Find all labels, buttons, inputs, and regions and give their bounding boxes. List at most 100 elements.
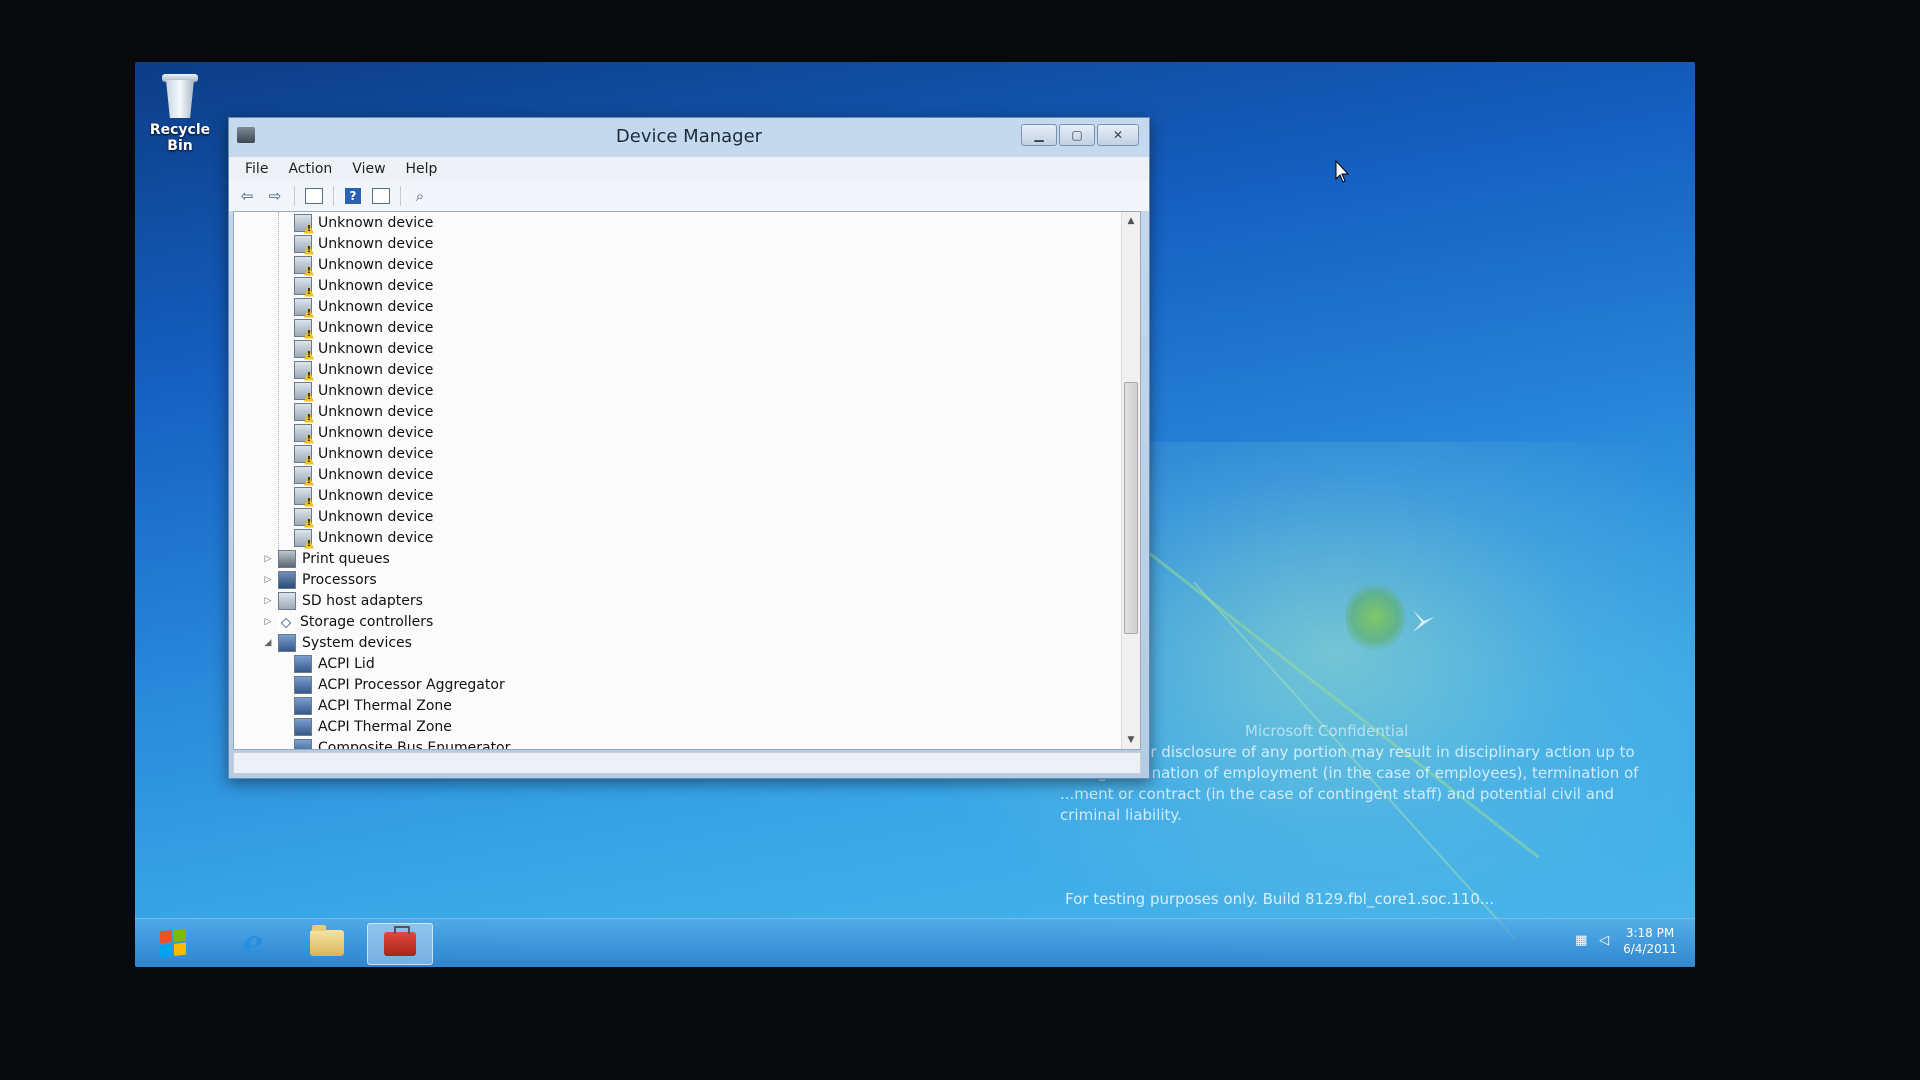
warning-device-icon: [294, 528, 312, 547]
file-explorer-icon: [310, 925, 344, 956]
tree-item[interactable]: Unknown device: [234, 359, 1120, 380]
tree-item[interactable]: Unknown device: [234, 464, 1120, 485]
tree-item[interactable]: Unknown device: [234, 254, 1120, 275]
tree-item-label: System devices: [302, 634, 412, 651]
toolbox-icon: [384, 926, 416, 956]
tree-item-label: Unknown device: [318, 487, 434, 504]
tree-item-label: Processors: [302, 571, 377, 588]
tree-item[interactable]: ▷ Print queues: [234, 548, 1120, 569]
tree-item[interactable]: Unknown device: [234, 485, 1120, 506]
warning-device-icon: [294, 360, 312, 379]
close-button[interactable]: ✕: [1097, 124, 1139, 146]
recycle-bin-shortcut[interactable]: Recycle Bin: [135, 72, 225, 154]
tree-item-label: Unknown device: [318, 424, 434, 441]
tree-item-label: ACPI Thermal Zone: [318, 718, 452, 735]
tree-item[interactable]: ACPI Thermal Zone: [234, 695, 1120, 716]
tree-item-label: Unknown device: [318, 298, 434, 315]
tree-item[interactable]: ▷ SD host adapters: [234, 590, 1120, 611]
menu-file[interactable]: File: [235, 159, 278, 179]
warning-device-icon: [294, 381, 312, 400]
tree-item-label: Unknown device: [318, 508, 434, 525]
tree-item[interactable]: Unknown device: [234, 317, 1120, 338]
taskbar: e ▦ ◁ 3:18 PM 6/4/2011: [135, 918, 1695, 967]
tree-item-label: Unknown device: [318, 319, 434, 336]
tree-item[interactable]: Unknown device: [234, 443, 1120, 464]
tree-item-label: Unknown device: [318, 466, 434, 483]
start-button[interactable]: [145, 925, 201, 961]
tree-item[interactable]: Unknown device: [234, 422, 1120, 443]
clock-time: 3:18 PM: [1625, 926, 1675, 940]
tree-item[interactable]: Unknown device: [234, 380, 1120, 401]
vertical-scrollbar[interactable]: ▲ ▼: [1121, 212, 1140, 749]
scan-hardware-icon[interactable]: ⌕: [408, 185, 432, 207]
warning-device-icon: [294, 465, 312, 484]
back-arrow-icon[interactable]: ⇦: [235, 185, 259, 207]
tree-item[interactable]: Unknown device: [234, 338, 1120, 359]
taskbar-device-manager[interactable]: [367, 923, 433, 965]
toolbar: ⇦ ⇨ ? ⌕: [229, 181, 1149, 212]
tree-item[interactable]: Unknown device: [234, 296, 1120, 317]
warning-device-icon: [294, 423, 312, 442]
scroll-down-icon[interactable]: ▼: [1122, 731, 1140, 749]
expand-arrow-icon[interactable]: ▷: [262, 554, 274, 564]
properties-icon[interactable]: [369, 185, 393, 207]
system-device-icon: [294, 717, 312, 736]
tree-item[interactable]: ▷ Processors: [234, 569, 1120, 590]
expand-arrow-icon[interactable]: ▷: [262, 596, 274, 606]
tree-item-label: Unknown device: [318, 361, 434, 378]
device-manager-window[interactable]: Device Manager ▁ ▢ ✕ File Action View He…: [228, 117, 1150, 779]
menu-help[interactable]: Help: [396, 159, 448, 179]
clock-date: 6/4/2011: [1623, 942, 1677, 956]
wallpaper-leaf: [1345, 582, 1405, 652]
tree-item[interactable]: ACPI Thermal Zone: [234, 716, 1120, 737]
system-device-icon: [294, 654, 312, 673]
help-icon[interactable]: ?: [341, 185, 365, 207]
system-devices-icon: [278, 633, 296, 652]
menu-bar: File Action View Help: [229, 156, 1149, 181]
tree-item[interactable]: ACPI Processor Aggregator: [234, 674, 1120, 695]
tree-item[interactable]: ▷ Storage controllers: [234, 611, 1120, 632]
maximize-button[interactable]: ▢: [1059, 124, 1095, 146]
toolbar-separator: [294, 186, 295, 206]
taskbar-file-explorer[interactable]: [295, 923, 359, 963]
warning-device-icon: [294, 402, 312, 421]
desktop-screen: Recycle Bin Microsoft Confidential ...iz…: [135, 62, 1695, 967]
title-bar[interactable]: Device Manager ▁ ▢ ✕: [229, 118, 1149, 156]
scroll-up-icon[interactable]: ▲: [1122, 212, 1140, 230]
volume-muted-icon[interactable]: ◁: [1599, 934, 1613, 948]
network-icon[interactable]: ▦: [1575, 934, 1589, 948]
toolbar-separator: [333, 186, 334, 206]
minimize-button[interactable]: ▁: [1021, 124, 1057, 146]
forward-arrow-icon[interactable]: ⇨: [263, 185, 287, 207]
tree-item[interactable]: Composite Bus Enumerator: [234, 737, 1120, 749]
collapse-arrow-icon[interactable]: ◢: [262, 638, 274, 648]
tree-item[interactable]: Unknown device: [234, 506, 1120, 527]
menu-action[interactable]: Action: [278, 159, 342, 179]
show-hide-console-tree-icon[interactable]: [302, 185, 326, 207]
expand-arrow-icon[interactable]: ▷: [262, 617, 274, 627]
warning-device-icon: [294, 318, 312, 337]
tree-item-label: Unknown device: [318, 235, 434, 252]
clock[interactable]: 3:18 PM 6/4/2011: [1623, 925, 1677, 957]
tree-item[interactable]: Unknown device: [234, 212, 1120, 233]
tree-item-label: Unknown device: [318, 277, 434, 294]
tree-item[interactable]: ACPI Lid: [234, 653, 1120, 674]
warning-device-icon: [294, 297, 312, 316]
tree-item-label: ACPI Thermal Zone: [318, 697, 452, 714]
recycle-bin-label: Recycle Bin: [149, 122, 211, 154]
tree-item[interactable]: Unknown device: [234, 233, 1120, 254]
tree-item-label: ACPI Lid: [318, 655, 375, 672]
warning-device-icon: [294, 339, 312, 358]
warning-device-icon: [294, 486, 312, 505]
tree-item[interactable]: Unknown device: [234, 527, 1120, 548]
menu-view[interactable]: View: [342, 159, 395, 179]
expand-arrow-icon[interactable]: ▷: [262, 575, 274, 585]
warning-device-icon: [294, 234, 312, 253]
tree-item-label: Print queues: [302, 550, 390, 567]
status-bar: [233, 752, 1141, 774]
taskbar-internet-explorer[interactable]: e: [221, 923, 285, 963]
tree-item[interactable]: Unknown device: [234, 401, 1120, 422]
tree-item[interactable]: Unknown device: [234, 275, 1120, 296]
tree-item[interactable]: ◢ System devices: [234, 632, 1120, 653]
scroll-thumb[interactable]: [1124, 382, 1138, 634]
